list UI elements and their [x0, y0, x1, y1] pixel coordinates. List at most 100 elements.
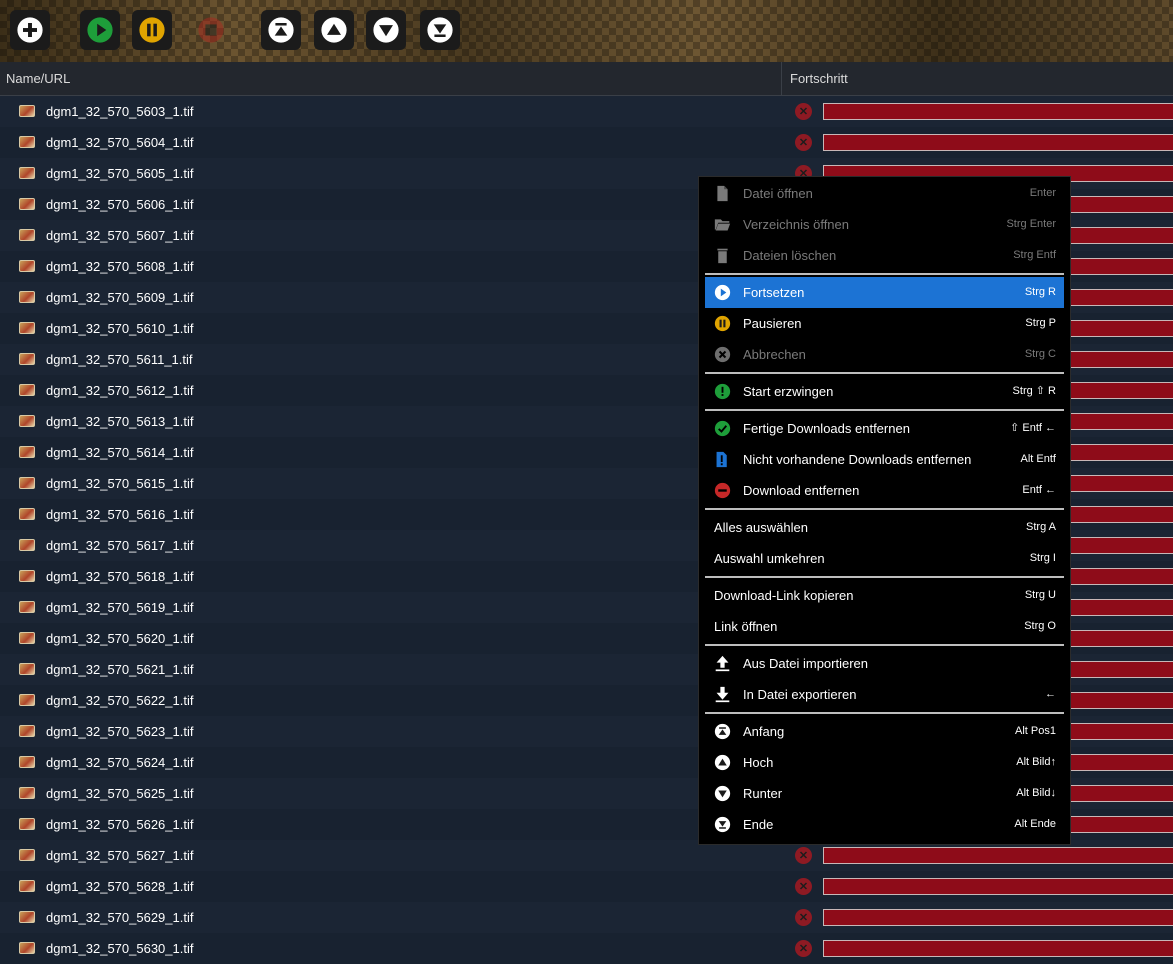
menu-item-label: Verzeichnis öffnen — [743, 217, 849, 232]
download-row[interactable]: dgm1_32_570_5628_1.tif ✕ — [0, 871, 1173, 902]
menu-item-datei-öffnen[interactable]: Datei öffnen Enter — [705, 178, 1064, 209]
menu-item-runter[interactable]: Runter Alt Bild↓ — [705, 778, 1064, 809]
menu-item-shortcut: Strg I — [1029, 552, 1056, 564]
column-header-progress[interactable]: Fortschritt — [790, 62, 848, 95]
add-icon — [16, 16, 44, 44]
menu-item-start-erzwingen[interactable]: Start erzwingen Strg ⇧ R — [705, 376, 1064, 407]
menu-item-ende[interactable]: Ende Alt Ende — [705, 809, 1064, 840]
menu-item-anfang[interactable]: Anfang Alt Pos1 — [705, 716, 1064, 747]
menu-item-label: Aus Datei importieren — [743, 656, 868, 671]
menu-item-shortcut: ⇧ Entf ← — [1010, 422, 1056, 434]
move-up-icon — [320, 16, 348, 44]
file-name: dgm1_32_570_5629_1.tif — [46, 910, 194, 925]
tif-file-icon — [19, 353, 35, 365]
progress-bar — [823, 878, 1173, 895]
error-icon: ✕ — [795, 878, 812, 895]
menu-item-shortcut: Strg C — [1024, 348, 1056, 360]
tif-file-icon — [19, 849, 35, 861]
tif-file-icon — [19, 415, 35, 427]
error-icon: ✕ — [795, 940, 812, 957]
menu-item-pausieren[interactable]: Pausieren Strg P — [705, 308, 1064, 339]
menu-item-nicht-vorhandene-downloads-entfernen[interactable]: Nicht vorhandene Downloads entfernen Alt … — [705, 444, 1064, 475]
menu-item-alles-auswählen[interactable]: Alles auswählen Strg A — [705, 512, 1064, 543]
remove-icon — [714, 482, 731, 499]
menu-item-download-link-kopieren[interactable]: Download-Link kopieren Strg U — [705, 580, 1064, 611]
progress-bar — [823, 847, 1173, 864]
download-row[interactable]: dgm1_32_570_5629_1.tif ✕ — [0, 902, 1173, 933]
menu-item-fortsetzen[interactable]: Fortsetzen Strg R — [705, 277, 1064, 308]
move-top-button[interactable] — [261, 10, 301, 50]
menu-item-label: Download-Link kopieren — [714, 588, 854, 603]
file-name: dgm1_32_570_5624_1.tif — [46, 755, 194, 770]
menu-item-label: Pausieren — [743, 316, 802, 331]
tif-file-icon — [19, 663, 35, 675]
tif-file-icon — [19, 136, 35, 148]
menu-item-link-öffnen[interactable]: Link öffnen Strg O — [705, 611, 1064, 642]
column-divider[interactable] — [781, 62, 782, 95]
menu-item-fertige-downloads-entfernen[interactable]: Fertige Downloads entfernen ⇧ Entf ← — [705, 413, 1064, 444]
menu-item-aus-datei-importieren[interactable]: Aus Datei importieren — [705, 648, 1064, 679]
file-name: dgm1_32_570_5623_1.tif — [46, 724, 194, 739]
menu-item-shortcut: Strg R — [1024, 286, 1056, 298]
menu-item-download-entfernen[interactable]: Download entfernen Entf ← — [705, 475, 1064, 506]
file-name: dgm1_32_570_5607_1.tif — [46, 228, 194, 243]
download-row[interactable]: dgm1_32_570_5630_1.tif ✕ — [0, 933, 1173, 964]
file-name: dgm1_32_570_5622_1.tif — [46, 693, 194, 708]
download-row[interactable]: dgm1_32_570_5604_1.tif ✕ — [0, 127, 1173, 158]
missing-file-icon — [714, 451, 731, 468]
stop-icon — [197, 16, 225, 44]
menu-item-label: In Datei exportieren — [743, 687, 857, 702]
menu-separator — [705, 273, 1064, 275]
tif-file-icon — [19, 508, 35, 520]
play-button[interactable] — [80, 10, 120, 50]
file-name: dgm1_32_570_5621_1.tif — [46, 662, 194, 677]
move-down-button[interactable] — [366, 10, 406, 50]
menu-item-shortcut: Alt Bild↓ — [1016, 787, 1056, 799]
column-header-name[interactable]: Name/URL — [6, 62, 70, 95]
tif-file-icon — [19, 756, 35, 768]
menu-item-abbrechen[interactable]: Abbrechen Strg C — [705, 339, 1064, 370]
menu-item-shortcut: Strg A — [1026, 521, 1056, 533]
file-name: dgm1_32_570_5614_1.tif — [46, 445, 194, 460]
file-name: dgm1_32_570_5630_1.tif — [46, 941, 194, 956]
file-name: dgm1_32_570_5627_1.tif — [46, 848, 194, 863]
move-down-icon — [372, 16, 400, 44]
menu-item-shortcut: ← — [1045, 688, 1056, 700]
menu-item-shortcut: Entf ← — [1022, 484, 1056, 496]
menu-item-label: Alles auswählen — [714, 520, 808, 535]
file-name: dgm1_32_570_5628_1.tif — [46, 879, 194, 894]
move-up-button[interactable] — [314, 10, 354, 50]
error-icon: ✕ — [795, 847, 812, 864]
menu-item-in-datei-exportieren[interactable]: In Datei exportieren ← — [705, 679, 1064, 710]
tif-file-icon — [19, 198, 35, 210]
file-name: dgm1_32_570_5619_1.tif — [46, 600, 194, 615]
menu-item-verzeichnis-öffnen[interactable]: Verzeichnis öffnen Strg Enter — [705, 209, 1064, 240]
menu-item-label: Runter — [743, 786, 783, 801]
progress-bar — [823, 909, 1173, 926]
menu-item-auswahl-umkehren[interactable]: Auswahl umkehren Strg I — [705, 543, 1064, 574]
file-name: dgm1_32_570_5613_1.tif — [46, 414, 194, 429]
tif-file-icon — [19, 725, 35, 737]
move-bottom-button[interactable] — [420, 10, 460, 50]
pause-icon — [714, 315, 731, 332]
menu-item-dateien-löschen[interactable]: Dateien löschen Strg Entf — [705, 240, 1064, 271]
file-name: dgm1_32_570_5626_1.tif — [46, 817, 194, 832]
move-up-icon — [714, 754, 731, 771]
menu-item-label: Download entfernen — [743, 483, 860, 498]
tif-file-icon — [19, 477, 35, 489]
menu-item-shortcut: Strg ⇧ R — [1012, 385, 1056, 397]
move-top-icon — [714, 723, 731, 740]
pause-button[interactable] — [132, 10, 172, 50]
tif-file-icon — [19, 911, 35, 923]
menu-item-shortcut: Strg Entf — [1013, 249, 1056, 261]
menu-item-hoch[interactable]: Hoch Alt Bild↑ — [705, 747, 1064, 778]
download-row[interactable]: dgm1_32_570_5603_1.tif ✕ — [0, 96, 1173, 127]
menu-item-label: Ende — [743, 817, 774, 832]
menu-item-label: Auswahl umkehren — [714, 551, 825, 566]
stop-button[interactable] — [191, 10, 231, 50]
menu-item-label: Dateien löschen — [743, 248, 837, 263]
tif-file-icon — [19, 384, 35, 396]
add-button[interactable] — [10, 10, 50, 50]
error-icon: ✕ — [795, 134, 812, 151]
tif-file-icon — [19, 446, 35, 458]
